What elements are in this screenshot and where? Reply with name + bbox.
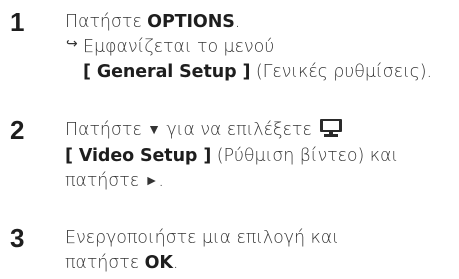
step-instruction: Πατήστε OPTIONS. (65, 10, 455, 35)
step-text: Πατήστε OPTIONS. ↪ Εμφανίζεται το μενού [… (65, 10, 455, 85)
step-instruction-end: πατήστε ►. (65, 169, 455, 195)
step-number: 2 (10, 115, 25, 145)
instruction-text: πατήστε (65, 171, 145, 191)
step-number: 3 (10, 223, 25, 253)
button-name: OK (144, 253, 173, 273)
instruction-text: πατήστε (65, 253, 145, 273)
step-result-menu: [ General Setup ] (Γενικές ρυθμίσεις). (65, 60, 455, 85)
instruction-document: 1 Πατήστε OPTIONS. ↪ Εμφανίζεται το μενού… (0, 0, 459, 279)
down-arrow-icon: ▼ (147, 122, 161, 138)
instruction-text: Πατήστε (65, 120, 148, 140)
step-instruction-end: πατήστε OK. (65, 251, 455, 276)
instruction-text: για να επιλέξετε (160, 120, 318, 140)
step-instruction: Ενεργοποιήστε μια επιλογή και (65, 226, 455, 251)
step-instruction-menu: [ Video Setup ] (Ρύθμιση βίντεο) και (65, 144, 455, 169)
instruction-text: Ενεργοποιήστε μια επιλογή και (65, 228, 339, 248)
punctuation: . (234, 12, 241, 32)
step-text: Ενεργοποιήστε μια επιλογή και πατήστε OK… (65, 226, 455, 276)
instruction-text: Πατήστε (65, 12, 148, 32)
monitor-icon (320, 119, 343, 137)
menu-translation: (Γενικές ρυθμίσεις). (250, 62, 432, 82)
result-arrow-icon: ↪ (66, 36, 78, 52)
step-result: ↪ Εμφανίζεται το μενού (65, 35, 455, 60)
punctuation: . (172, 253, 179, 273)
punctuation: . (158, 171, 164, 191)
button-name: OPTIONS (147, 12, 235, 32)
menu-name: [ General Setup ] (83, 62, 251, 82)
menu-translation: (Ρύθμιση βίντεο) και (211, 146, 399, 166)
step-text: Πατήστε ▼ για να επιλέξετε [ Video Setup… (65, 118, 455, 195)
menu-name: [ Video Setup ] (65, 146, 212, 166)
step-instruction: Πατήστε ▼ για να επιλέξετε (65, 118, 455, 144)
result-text: Εμφανίζεται το μενού (83, 37, 275, 57)
step-number: 1 (10, 7, 25, 37)
right-arrow-icon: ► (144, 173, 159, 189)
